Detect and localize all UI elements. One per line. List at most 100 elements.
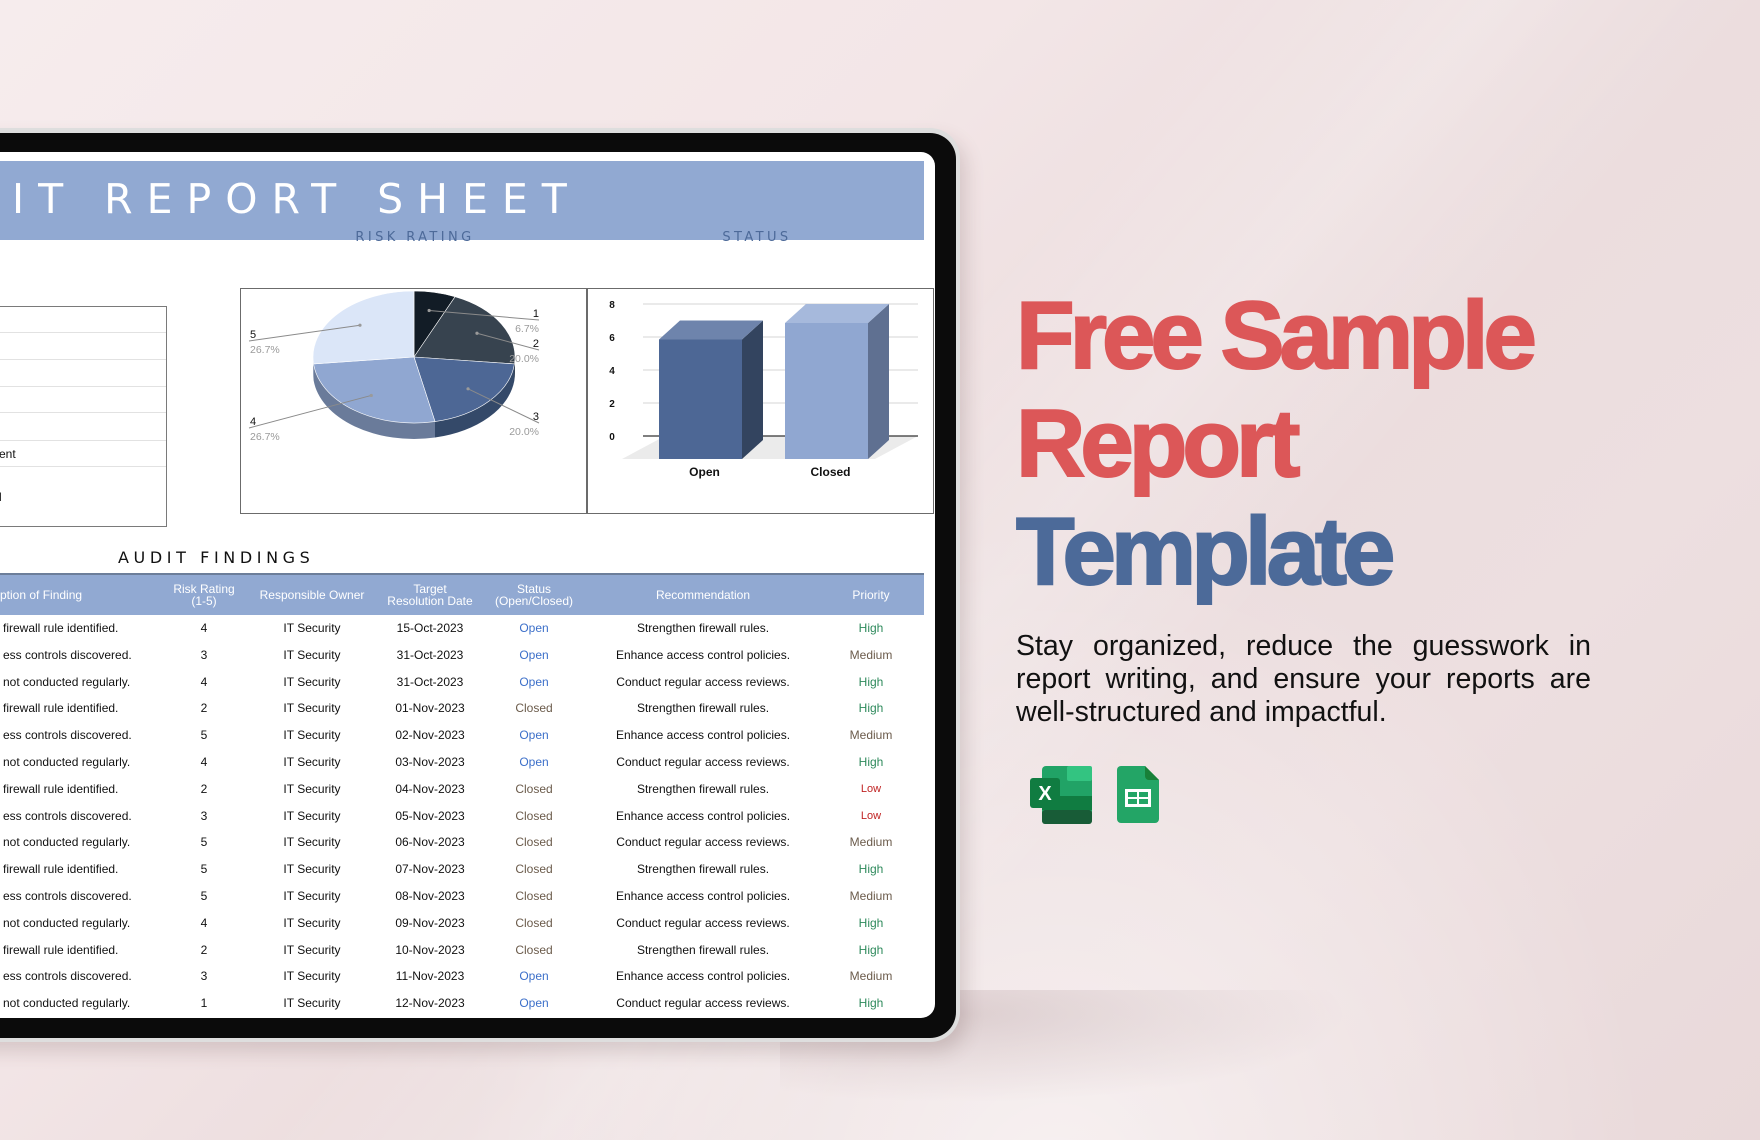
cell-date[interactable]: 11-Nov-2023 [396, 963, 464, 990]
cell-desc[interactable]: ess controls discovered. [3, 883, 132, 910]
cell-risk[interactable]: 5 [201, 829, 208, 856]
cell-desc[interactable]: firewall rule identified. [3, 695, 118, 722]
cell-rec[interactable]: Enhance access control policies. [616, 722, 790, 749]
cell-desc[interactable]: ess controls discovered. [3, 963, 132, 990]
table-row[interactable]: firewall rule identified. 4 IT Security 15-… [0, 615, 924, 642]
cell-priority[interactable]: Medium [850, 963, 893, 990]
cell-owner[interactable]: IT Security [283, 990, 340, 1017]
table-row[interactable]: not conducted regularly. 4 IT Security 31-O… [0, 669, 924, 696]
bar-open[interactable] [659, 320, 763, 460]
cell-date[interactable]: 31-Oct-2023 [397, 669, 464, 696]
cell-rec[interactable]: Conduct regular access reviews. [616, 990, 789, 1017]
cell-desc[interactable]: ess controls discovered. [3, 803, 132, 830]
cell-risk[interactable]: 4 [201, 749, 208, 776]
cell-rec[interactable]: Conduct regular access reviews. [616, 669, 789, 696]
cell-owner[interactable]: IT Security [283, 669, 340, 696]
cell-rec[interactable]: Strengthen firewall rules. [637, 856, 769, 883]
cell-desc[interactable]: firewall rule identified. [3, 615, 118, 642]
column-header-risk-rating[interactable]: Risk Rating (1-5) [173, 575, 234, 615]
cell-desc[interactable]: not conducted regularly. [3, 749, 130, 776]
table-row[interactable]: firewall rule identified. 5 IT Security 07-… [0, 856, 924, 883]
cell-desc[interactable]: firewall rule identified. [3, 856, 118, 883]
pie-slice-4[interactable] [313, 356, 436, 424]
cell-owner[interactable]: IT Security [283, 695, 340, 722]
cell-date[interactable]: 15-Oct-2023 [397, 615, 464, 642]
table-row[interactable]: firewall rule identified. 2 IT Security 10-… [0, 937, 924, 964]
table-row[interactable]: ess controls discovered. 3 IT Security 11-N… [0, 963, 924, 990]
table-row[interactable]: not conducted regularly. 5 IT Security 06-N… [0, 829, 924, 856]
cell-risk[interactable]: 5 [201, 883, 208, 910]
cell-risk[interactable]: 2 [201, 776, 208, 803]
table-row[interactable]: ess controls discovered. 3 IT Security 31-O… [0, 642, 924, 669]
cell-risk[interactable]: 2 [201, 937, 208, 964]
cell-priority[interactable]: High [859, 990, 884, 1017]
cell-owner[interactable]: IT Security [283, 642, 340, 669]
column-header-status[interactable]: Status (Open/Closed) [495, 575, 573, 615]
cell-owner[interactable]: IT Security [283, 937, 340, 964]
cell-date[interactable]: 04-Nov-2023 [395, 776, 464, 803]
cell-priority[interactable]: High [859, 695, 884, 722]
cell-rec[interactable]: Conduct regular access reviews. [616, 829, 789, 856]
cell-risk[interactable]: 4 [201, 669, 208, 696]
cell-status[interactable]: Open [519, 749, 548, 776]
cell-priority[interactable]: Medium [850, 829, 893, 856]
cell-status[interactable]: Open [519, 990, 548, 1017]
table-row[interactable]: not conducted regularly. 4 IT Security 09-N… [0, 910, 924, 937]
cell-status[interactable]: Closed [515, 856, 552, 883]
cell-priority[interactable]: High [859, 910, 884, 937]
cell-priority[interactable]: Low [861, 803, 881, 830]
cell-status[interactable]: Open [519, 669, 548, 696]
cell-risk[interactable]: 5 [201, 722, 208, 749]
cell-rec[interactable]: Strengthen firewall rules. [637, 615, 769, 642]
column-header-description[interactable]: ption of Finding [0, 575, 160, 615]
bar-closed[interactable] [785, 304, 889, 459]
cell-owner[interactable]: IT Security [283, 910, 340, 937]
table-row[interactable]: ess controls discovered. 3 IT Security 05-N… [0, 803, 924, 830]
table-row[interactable]: ess controls discovered. 5 IT Security 08-N… [0, 883, 924, 910]
cell-owner[interactable]: IT Security [283, 856, 340, 883]
table-row[interactable]: not conducted regularly. 4 IT Security 03-N… [0, 749, 924, 776]
cell-rec[interactable]: Enhance access control policies. [616, 963, 790, 990]
column-header-owner[interactable]: Responsible Owner [260, 575, 365, 615]
google-sheets-icon[interactable] [1117, 766, 1159, 823]
cell-owner[interactable]: IT Security [283, 883, 340, 910]
cell-rec[interactable]: Conduct regular access reviews. [616, 910, 789, 937]
table-row[interactable]: ess controls discovered. 5 IT Security 02-N… [0, 722, 924, 749]
cell-status[interactable]: Closed [515, 803, 552, 830]
column-header-priority[interactable]: Priority [852, 575, 889, 615]
cell-risk[interactable]: 3 [201, 963, 208, 990]
cell-rec[interactable]: Enhance access control policies. [616, 642, 790, 669]
cell-rec[interactable]: Conduct regular access reviews. [616, 749, 789, 776]
cell-desc[interactable]: firewall rule identified. [3, 776, 118, 803]
cell-priority[interactable]: High [859, 615, 884, 642]
cell-desc[interactable]: ess controls discovered. [3, 642, 132, 669]
cell-desc[interactable]: not conducted regularly. [3, 910, 130, 937]
cell-risk[interactable]: 4 [201, 910, 208, 937]
cell-risk[interactable]: 5 [201, 856, 208, 883]
cell-priority[interactable]: High [859, 749, 884, 776]
cell-date[interactable]: 12-Nov-2023 [395, 990, 464, 1017]
cell-risk[interactable]: 4 [201, 615, 208, 642]
cell-date[interactable]: 01-Nov-2023 [395, 695, 464, 722]
cell-status[interactable]: Closed [515, 937, 552, 964]
cell-status[interactable]: Closed [515, 829, 552, 856]
table-row[interactable]: firewall rule identified. 2 IT Security 01-… [0, 695, 924, 722]
cell-priority[interactable]: High [859, 937, 884, 964]
cell-owner[interactable]: IT Security [283, 615, 340, 642]
cell-status[interactable]: Open [519, 722, 548, 749]
cell-rec[interactable]: Strengthen firewall rules. [637, 937, 769, 964]
cell-status[interactable]: Open [519, 615, 548, 642]
cell-status[interactable]: Closed [515, 695, 552, 722]
cell-risk[interactable]: 3 [201, 803, 208, 830]
cell-rec[interactable]: Strengthen firewall rules. [637, 776, 769, 803]
cell-desc[interactable]: not conducted regularly. [3, 669, 130, 696]
cell-date[interactable]: 02-Nov-2023 [395, 722, 464, 749]
cell-date[interactable]: 09-Nov-2023 [395, 910, 464, 937]
cell-risk[interactable]: 1 [201, 990, 208, 1017]
cell-date[interactable]: 03-Nov-2023 [395, 749, 464, 776]
cell-status[interactable]: Open [519, 963, 548, 990]
cell-desc[interactable]: firewall rule identified. [3, 937, 118, 964]
cell-owner[interactable]: IT Security [283, 722, 340, 749]
cell-priority[interactable]: Low [861, 776, 881, 803]
cell-owner[interactable]: IT Security [283, 829, 340, 856]
